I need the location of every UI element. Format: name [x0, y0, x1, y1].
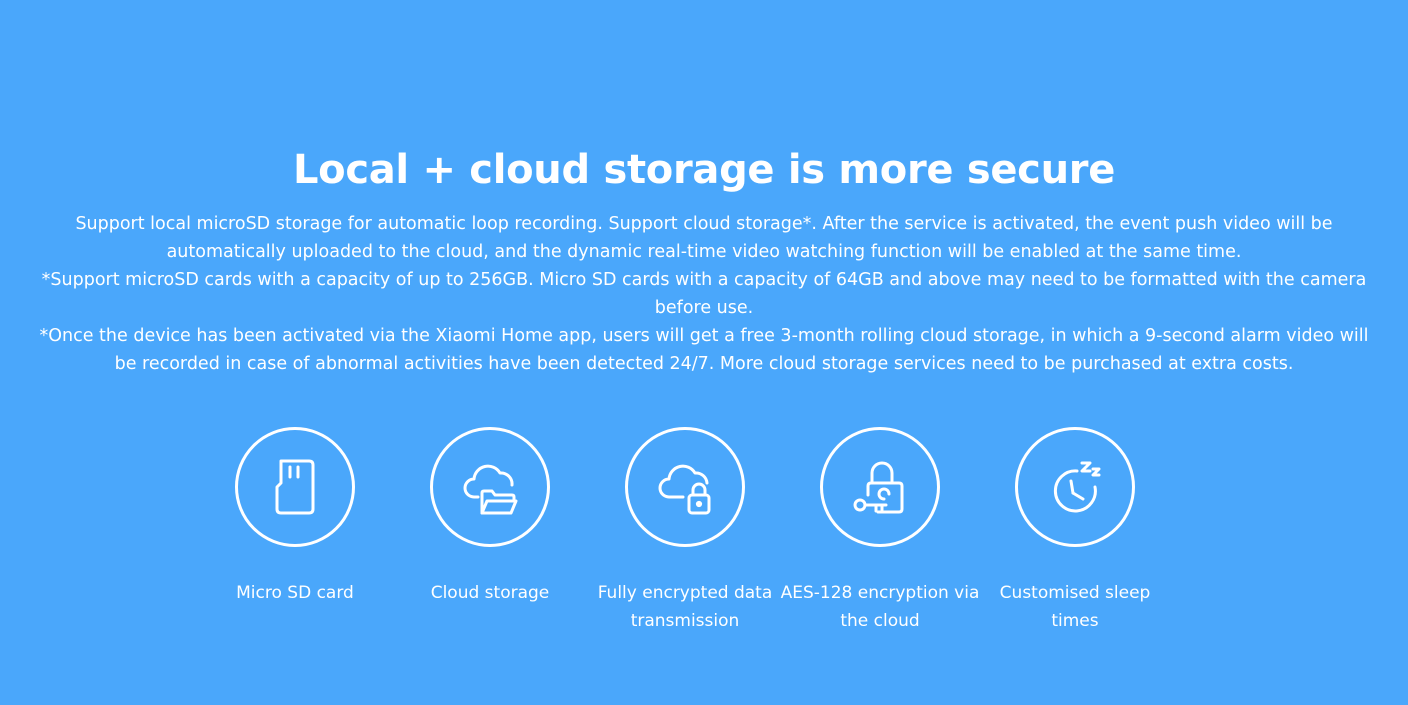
- lock-key-icon: [853, 461, 904, 514]
- sd-card-icon: [275, 459, 315, 515]
- description: Support local microSD storage for automa…: [30, 210, 1378, 378]
- feature-icon-circle: [235, 427, 355, 547]
- sleep-timer-icon: [1053, 461, 1101, 513]
- feature-aes-encryption: AES-128 encryption via the cloud: [780, 427, 980, 635]
- feature-label: Customised sleep times: [999, 583, 1151, 631]
- feature-icon-circle: [625, 427, 745, 547]
- feature-sleep-times: Customised sleep times: [975, 427, 1175, 635]
- feature-icon-circle: [820, 427, 940, 547]
- feature-label: Cloud storage: [430, 583, 550, 603]
- feature-label: Micro SD card: [236, 583, 354, 603]
- feature-cloud-storage: Cloud storage: [390, 427, 590, 607]
- feature-micro-sd: Micro SD card: [195, 427, 395, 607]
- description-paragraph: *Once the device has been activated via …: [39, 326, 1369, 374]
- description-paragraph: Support local microSD storage for automa…: [75, 214, 1333, 262]
- description-paragraph: *Support microSD cards with a capacity o…: [41, 270, 1367, 318]
- cloud-lock-icon: [658, 464, 711, 515]
- cloud-folder-icon: [463, 464, 518, 515]
- feature-label: Fully encrypted data transmission: [597, 583, 773, 631]
- feature-icon-circle: [430, 427, 550, 547]
- feature-label: AES-128 encryption via the cloud: [780, 583, 980, 631]
- feature-list: Micro SD card Cloud storage Fully encryp…: [0, 427, 1408, 687]
- feature-icon-circle: [1015, 427, 1135, 547]
- page-title: Local + cloud storage is more secure: [292, 146, 1116, 193]
- feature-encrypted-transmission: Fully encrypted data transmission: [585, 427, 785, 635]
